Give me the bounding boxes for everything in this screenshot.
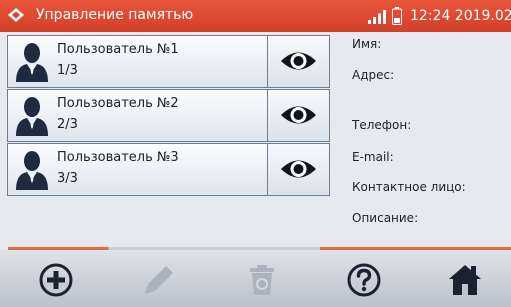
eye-icon (281, 52, 316, 70)
email-label: E-mail: (352, 150, 394, 164)
edit-button[interactable] (129, 256, 189, 302)
header-bar: Управление памятью 12:24 2019.02.11 (0, 0, 511, 32)
view-user-button[interactable] (267, 144, 329, 195)
view-user-button[interactable] (267, 90, 329, 141)
add-icon (39, 263, 73, 297)
eye-icon (281, 160, 316, 178)
battery-icon (392, 7, 402, 25)
user-name: Пользователь №1 (57, 42, 179, 57)
eye-icon (281, 106, 316, 124)
help-button[interactable] (334, 256, 394, 302)
help-icon (347, 263, 381, 297)
user-avatar-icon (16, 43, 48, 82)
user-slot-count: 2/3 (57, 117, 78, 132)
home-icon (449, 265, 481, 295)
memory-management-screen: Управление памятью 12:24 2019.02.11 Поль… (0, 0, 511, 307)
bottom-toolbar (0, 250, 511, 307)
app-logo-icon (8, 8, 24, 22)
user-slot-count: 1/3 (57, 63, 78, 78)
user-name: Пользователь №3 (57, 150, 179, 165)
name-label: Имя: (352, 37, 382, 51)
user-avatar-icon (16, 151, 48, 190)
user-row-3[interactable]: Пользователь №3 3/3 (7, 143, 330, 196)
user-avatar-icon (16, 97, 48, 136)
clock-date: 12:24 2019.02.11 (410, 8, 511, 24)
user-slot-count: 3/3 (57, 171, 78, 186)
add-button[interactable] (26, 256, 86, 302)
user-name: Пользователь №2 (57, 96, 179, 111)
home-button[interactable] (435, 256, 495, 302)
edit-icon (145, 266, 173, 294)
address-label: Адрес: (352, 68, 395, 82)
view-user-button[interactable] (267, 36, 329, 87)
contact-person-label: Контактное лицо: (352, 180, 466, 194)
user-row-2[interactable]: Пользователь №2 2/3 (7, 89, 330, 142)
user-row-1[interactable]: Пользователь №1 1/3 (7, 35, 330, 88)
page-title: Управление памятью (36, 7, 194, 23)
delete-button[interactable] (232, 256, 292, 302)
description-label: Описание: (352, 211, 419, 225)
delete-icon (250, 265, 274, 295)
signal-icon (368, 10, 386, 24)
phone-label: Телефон: (352, 118, 412, 132)
